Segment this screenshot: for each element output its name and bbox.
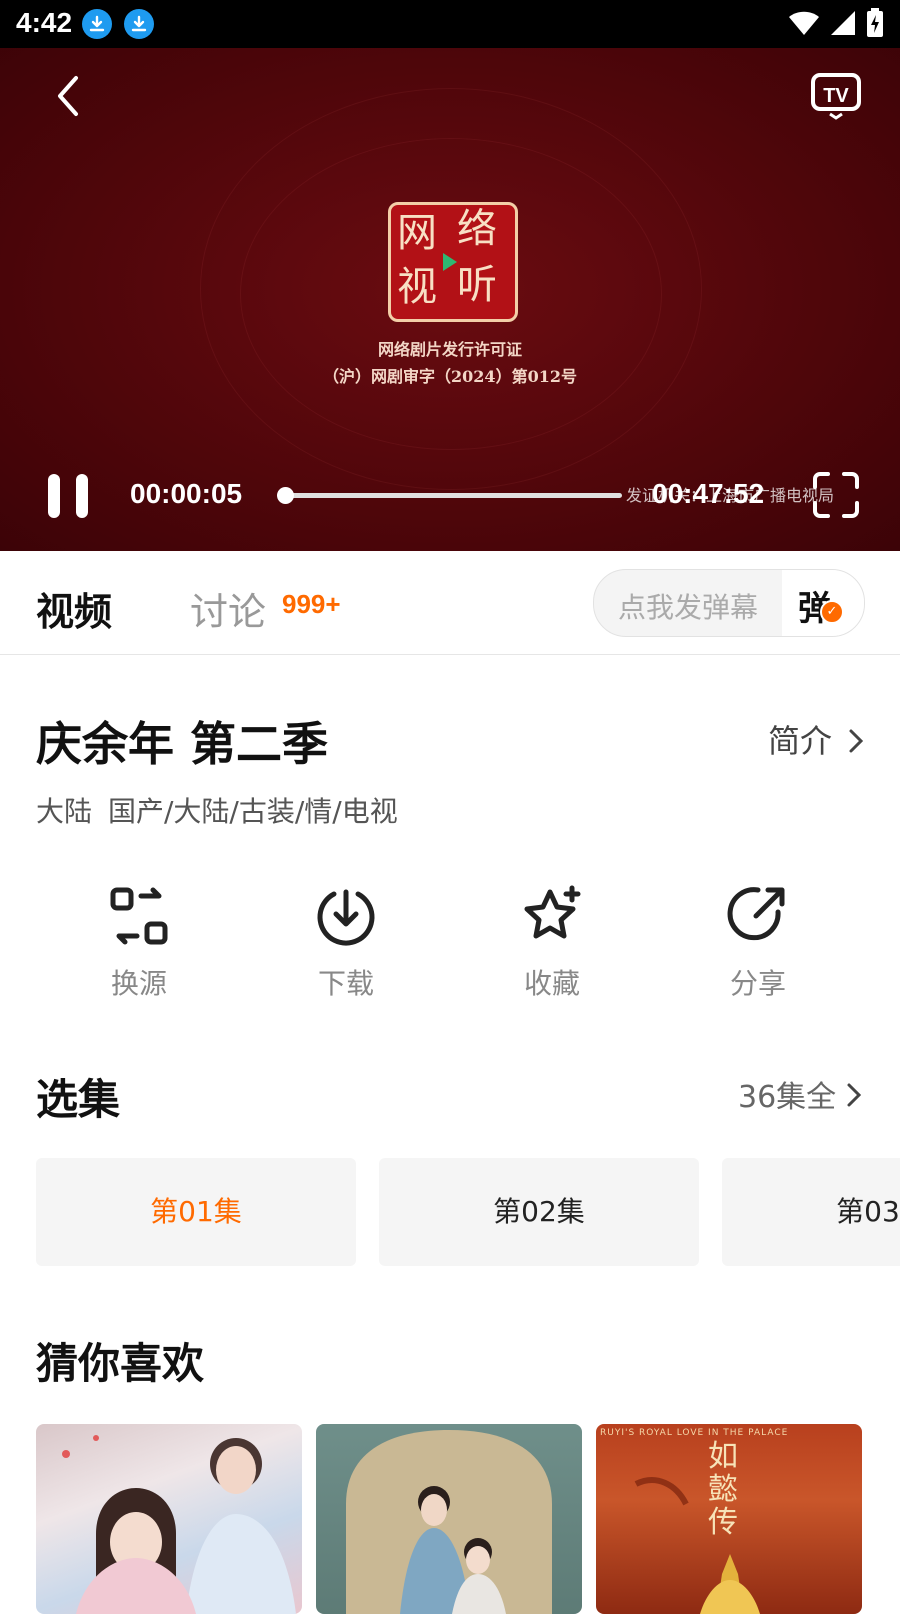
switch-source-icon [110,887,168,945]
pause-icon [48,474,60,518]
chevron-left-icon [58,76,78,116]
chevron-right-icon [847,1083,862,1107]
fullscreen-icon [813,472,859,518]
tab-video[interactable]: 视频 [36,581,112,636]
cast-to-tv-button[interactable]: TV [810,72,862,120]
poster-image [346,1430,552,1614]
danmu-input[interactable]: 点我发弹幕 弹 ✓ [593,569,865,637]
recommend-poster[interactable] [36,1424,302,1614]
svg-text:TV: TV [823,85,849,107]
download-button[interactable]: 下载 [276,884,416,1008]
download-notification-icon [82,9,112,39]
action-label: 换源 [110,967,167,1000]
show-genres: 国产/大陆/古装/情/电视 [108,795,398,828]
recommend-poster[interactable]: RUYI'S ROYAL LOVE IN THE PALACE 如懿传 [596,1424,862,1614]
download-icon [317,889,375,946]
total-time: 00:47:52 [652,478,765,509]
episodes-title: 选集 [36,1075,121,1124]
pause-icon-bar [76,474,88,518]
episode-label: 第03集 [836,1195,900,1228]
intro-link[interactable]: 简介 [768,716,832,762]
back-button[interactable] [48,74,88,118]
seek-bar[interactable] [277,487,622,504]
license-text-line2: （沪）网剧审字（2024）第012号 [323,367,577,386]
recommend-title: 猜你喜欢 [36,1339,205,1388]
check-icon: ✓ [820,600,844,624]
seal-char: 视 [397,264,437,310]
episode-card[interactable]: 第01集 [36,1158,356,1266]
battery-icon [867,8,883,37]
cell-signal-icon [831,11,855,35]
chevron-right-icon [849,729,864,753]
episode-card[interactable]: 第03集 [722,1158,900,1266]
tv-icon: TV [811,73,861,120]
action-label: 下载 [317,967,374,1000]
status-time: 4:42 [16,7,73,38]
seal-char: 听 [457,262,497,308]
episode-card[interactable]: 第02集 [379,1158,699,1266]
detail-tabs: 视频 讨论 999+ 点我发弹幕 弹 ✓ [0,551,900,655]
download-notification-icon [124,9,154,39]
show-title: 庆余年 第二季 [36,717,329,771]
danmu-toggle-button[interactable]: 弹 ✓ [782,570,864,636]
license-text-line1: 网络剧片发行许可证 [377,340,522,359]
episode-label: 第02集 [493,1195,585,1228]
recommend-poster[interactable] [316,1424,582,1614]
share-button[interactable]: 分享 [688,884,828,1008]
pause-button[interactable] [44,474,92,520]
seal-char: 络 [457,206,497,252]
star-icon [524,885,581,939]
status-bar: 4:42 [0,0,900,48]
tab-discussion[interactable]: 讨论 [190,581,266,636]
show-region: 大陆 [36,795,93,828]
danmu-placeholder: 点我发弹幕 [618,591,759,624]
wifi-icon [789,11,819,35]
share-icon [727,887,785,941]
action-label: 收藏 [523,967,580,1000]
video-player[interactable]: TV 网 络 视 听 网络剧片发行许可证 （沪）网剧审字（2024）第012号 … [0,48,900,551]
action-label: 分享 [729,967,786,1000]
seal-char: 网 [397,210,437,256]
seek-knob[interactable] [277,487,295,504]
favorite-button[interactable]: 收藏 [482,884,622,1008]
play-icon [443,253,457,271]
license-seal: 网 络 视 听 [388,202,518,322]
poster-image [634,1477,760,1614]
discussion-count-badge: 999+ [282,589,341,619]
switch-source-button[interactable]: 换源 [69,884,209,1008]
poster-image [62,1435,296,1614]
fullscreen-button[interactable] [812,471,860,519]
current-time: 00:00:05 [130,478,243,509]
episode-label: 第01集 [150,1195,242,1228]
all-episodes-link[interactable]: 36集全 [738,1072,836,1116]
